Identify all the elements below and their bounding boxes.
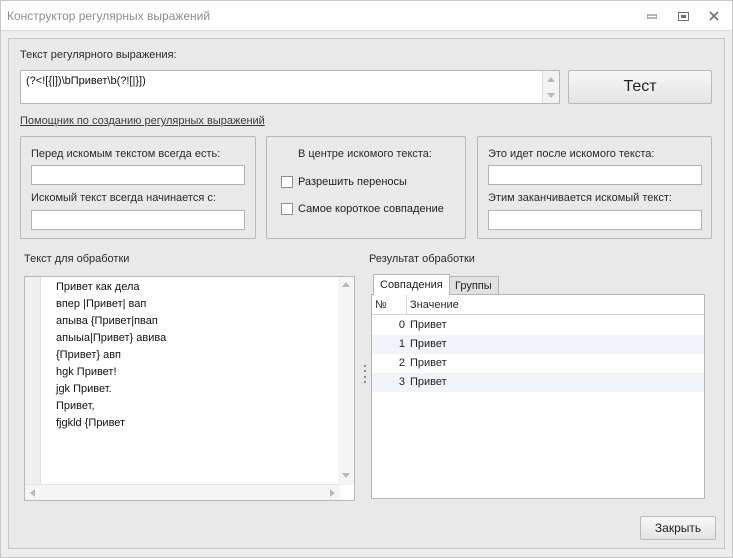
input-lines: Привет как дела впер |Привет| вап апыва … xyxy=(56,280,166,433)
table-header: № Значение xyxy=(372,295,704,315)
starts-with-label: Искомый текст всегда начинается с: xyxy=(31,192,216,204)
helper-link[interactable]: Помощник по созданию регулярных выражени… xyxy=(20,115,265,127)
scroll-down-icon[interactable] xyxy=(547,93,555,98)
center-label: В центре искомого текста: xyxy=(298,148,432,160)
starts-with-field[interactable] xyxy=(31,210,245,230)
allow-breaks-checkbox[interactable]: Разрешить переносы xyxy=(281,176,407,188)
row-index: 3 xyxy=(398,376,405,388)
input-text-label: Текст для обработки xyxy=(24,253,130,265)
splitter-handle[interactable] xyxy=(364,365,367,383)
window-title: Конструктор регулярных выражений xyxy=(7,9,211,23)
regex-scrollbar[interactable] xyxy=(542,71,559,103)
row-index: 2 xyxy=(398,357,405,369)
row-value: Привет xyxy=(410,376,447,388)
row-index: 1 xyxy=(398,338,405,350)
regex-builder-window: Конструктор регулярных выражений Текст р… xyxy=(0,0,733,558)
text-line: hgk Привет! xyxy=(56,366,117,378)
line-gutter xyxy=(25,277,41,485)
after-text-group: Это идет после искомого текста: Этим зак… xyxy=(477,136,712,239)
input-text-area[interactable]: Привет как дела впер |Привет| вап апыва … xyxy=(24,276,355,501)
text-line: {Привет} авп xyxy=(56,349,122,361)
result-label: Результат обработки xyxy=(369,253,475,265)
scroll-down-icon[interactable] xyxy=(342,473,350,478)
text-line: впер |Привет| вап xyxy=(56,298,147,310)
ends-with-field[interactable] xyxy=(488,210,702,230)
table-row[interactable]: 1 Привет xyxy=(372,335,704,354)
regex-input[interactable]: (?<![{|])\bПривет\b(?![|}]) xyxy=(20,70,560,104)
before-always-label: Перед искомым текстом всегда есть: xyxy=(31,148,221,160)
text-line: Привет, xyxy=(56,400,95,412)
tab-groups[interactable]: Группы xyxy=(448,276,499,295)
ends-with-label: Этим заканчивается искомый текст: xyxy=(488,192,672,204)
row-value: Привет xyxy=(410,319,447,331)
text-line: апыва {Привет|пвап xyxy=(56,315,158,327)
shortest-match-checkbox[interactable]: Самое короткое совпадение xyxy=(281,203,444,215)
row-value: Привет xyxy=(410,357,447,369)
table-row[interactable]: 2 Привет xyxy=(372,354,704,373)
checkbox-box[interactable] xyxy=(281,176,293,188)
minimize-icon xyxy=(647,14,657,19)
column-header-number[interactable]: № xyxy=(375,299,387,311)
text-line: апыыа|Привет} авива xyxy=(56,332,167,344)
close-button[interactable]: Закрыть xyxy=(640,516,716,540)
before-always-field[interactable] xyxy=(31,165,245,185)
close-icon xyxy=(709,11,719,21)
results-table: № Значение 0 Привет 1 Привет 2 Привет 3 … xyxy=(371,294,705,499)
regex-label: Текст регулярного выражения: xyxy=(20,49,177,61)
text-line: jgk Привет. xyxy=(56,383,112,395)
text-line: Привет как дела xyxy=(56,281,140,293)
after-label: Это идет после искомого текста: xyxy=(488,148,655,160)
row-index: 0 xyxy=(398,319,405,331)
table-row[interactable]: 0 Привет xyxy=(372,316,704,335)
text-line: fjgkld {Привет xyxy=(56,417,126,429)
test-button[interactable]: Тест xyxy=(568,70,712,104)
checkbox-box[interactable] xyxy=(281,203,293,215)
scroll-left-icon[interactable] xyxy=(30,489,35,497)
maximize-button[interactable] xyxy=(672,7,694,25)
column-header-value[interactable]: Значение xyxy=(410,299,459,311)
scroll-up-icon[interactable] xyxy=(547,77,555,82)
close-window-button[interactable] xyxy=(703,7,725,25)
center-text-group: В центре искомого текста: Разрешить пере… xyxy=(266,136,466,239)
regex-value: (?<![{|])\bПривет\b(?![|}]) xyxy=(26,75,146,87)
tab-matches[interactable]: Совпадения xyxy=(373,274,450,295)
minimize-button[interactable] xyxy=(641,7,663,25)
row-value: Привет xyxy=(410,338,447,350)
scroll-right-icon[interactable] xyxy=(330,489,335,497)
input-vertical-scrollbar[interactable] xyxy=(338,277,354,485)
after-field[interactable] xyxy=(488,165,702,185)
allow-breaks-label: Разрешить переносы xyxy=(298,176,407,188)
title-bar: Конструктор регулярных выражений xyxy=(1,1,732,31)
before-text-group: Перед искомым текстом всегда есть: Иском… xyxy=(20,136,256,239)
maximize-icon xyxy=(677,11,689,21)
scroll-up-icon[interactable] xyxy=(342,282,350,287)
input-horizontal-scrollbar[interactable] xyxy=(25,484,340,500)
shortest-match-label: Самое короткое совпадение xyxy=(298,203,444,215)
table-row[interactable]: 3 Привет xyxy=(372,373,704,392)
main-panel: Текст регулярного выражения: (?<![{|])\b… xyxy=(8,38,725,549)
